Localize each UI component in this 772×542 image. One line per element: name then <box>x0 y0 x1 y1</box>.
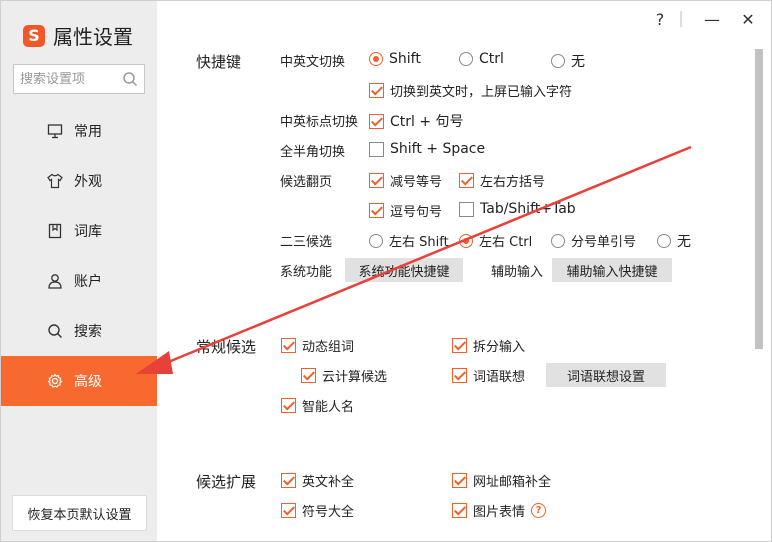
page-turn-label: 候选翻页 <box>280 175 333 190</box>
shift-space-checkbox[interactable]: Shift + Space <box>369 141 485 157</box>
radio[interactable] <box>551 54 565 68</box>
radio-selected[interactable] <box>459 233 473 248</box>
aux-input-hotkeys-button[interactable]: 辅助输入快捷键 <box>552 258 672 282</box>
settings-window: S 属性设置 常用 外观 词库 <box>0 0 772 542</box>
radio[interactable] <box>459 52 473 66</box>
sogou-logo-icon: S <box>23 24 45 47</box>
system-func-label: 系统功能 <box>280 265 333 280</box>
book-icon <box>46 222 64 240</box>
system-hotkeys-button[interactable]: 系统功能快捷键 <box>345 258 463 282</box>
sidebar-item-label: 常用 <box>74 124 102 140</box>
url-email-complete-checkbox[interactable]: 网址邮箱补全 <box>452 471 551 490</box>
gear-icon <box>46 372 64 390</box>
sidebar-item-search[interactable]: 搜索 <box>1 306 157 356</box>
split-input-checkbox[interactable]: 拆分输入 <box>452 336 525 355</box>
candidate-extension-section-title: 候选扩展 <box>196 473 257 491</box>
radio[interactable] <box>657 234 671 248</box>
symbols-checkbox[interactable]: 符号大全 <box>281 501 354 520</box>
checkbox-checked[interactable] <box>369 203 384 218</box>
search-icon[interactable] <box>122 71 138 87</box>
checkbox-checked[interactable] <box>369 113 384 129</box>
restore-defaults-button[interactable]: 恢复本页默认设置 <box>12 495 147 531</box>
scrollbar-thumb[interactable] <box>755 49 763 349</box>
checkbox-checked[interactable] <box>281 473 296 488</box>
shirt-icon <box>46 172 64 190</box>
checkbox-checked[interactable] <box>452 338 467 353</box>
image-emoji-checkbox[interactable]: 图片表情 ? <box>452 501 547 520</box>
ctrl-period-checkbox[interactable]: Ctrl + 句号 <box>369 111 464 131</box>
help-button[interactable]: ? <box>648 7 672 31</box>
sidebar-item-general[interactable]: 常用 <box>1 106 157 156</box>
checkbox-checked[interactable] <box>281 338 296 353</box>
minimize-button[interactable]: — <box>700 7 724 31</box>
sidebar-item-dictionary[interactable]: 词库 <box>1 206 157 256</box>
checkbox-checked[interactable] <box>369 173 384 188</box>
checkbox[interactable] <box>369 141 384 157</box>
radio[interactable] <box>369 233 383 248</box>
semicolon-quote-radio[interactable]: 分号单引号 <box>551 231 636 250</box>
dynamic-words-checkbox[interactable]: 动态组词 <box>281 336 354 355</box>
smart-names-checkbox[interactable]: 智能人名 <box>281 396 354 415</box>
checkbox-checked[interactable] <box>281 503 296 518</box>
radio-selected[interactable] <box>369 52 383 66</box>
word-association-checkbox[interactable]: 词语联想 <box>452 366 525 385</box>
comma-period-checkbox[interactable]: 逗号句号 <box>369 201 442 220</box>
second-third-none-radio[interactable]: 无 <box>657 231 691 251</box>
close-button[interactable]: ✕ <box>736 7 760 31</box>
sidebar-item-advanced[interactable]: 高级 <box>1 356 157 406</box>
checkbox-checked[interactable] <box>369 83 384 98</box>
radio[interactable] <box>551 233 565 248</box>
divider <box>674 7 688 31</box>
checkbox-checked[interactable] <box>452 473 467 488</box>
sidebar-item-appearance[interactable]: 外观 <box>1 156 157 206</box>
cn-en-none-radio[interactable]: 无 <box>551 51 585 71</box>
search-input[interactable] <box>20 71 120 87</box>
word-association-settings-button[interactable]: 词语联想设置 <box>546 363 666 387</box>
monitor-icon <box>46 122 64 140</box>
sidebar-item-label: 高级 <box>74 374 102 390</box>
brackets-checkbox[interactable]: 左右方括号 <box>459 171 545 190</box>
search-box[interactable] <box>13 64 145 94</box>
checkbox-checked[interactable] <box>301 368 316 383</box>
sidebar: S 属性设置 常用 外观 词库 <box>1 1 157 541</box>
lr-shift-radio[interactable]: 左右 Shift <box>369 231 449 250</box>
sidebar-item-account[interactable]: 账户 <box>1 256 157 306</box>
window-title: 属性设置 <box>53 25 133 49</box>
lr-ctrl-radio[interactable]: 左右 Ctrl <box>459 231 532 250</box>
english-complete-checkbox[interactable]: 英文补全 <box>281 471 354 490</box>
cn-en-shift-radio[interactable]: Shift <box>369 51 421 67</box>
user-icon <box>46 272 64 290</box>
checkbox-checked[interactable] <box>452 368 467 383</box>
fullhalf-switch-label: 全半角切换 <box>280 145 346 160</box>
sidebar-item-label: 搜索 <box>74 324 102 340</box>
tab-shift-tab-checkbox[interactable]: Tab/Shift+Tab <box>459 201 576 217</box>
cloud-candidates-checkbox[interactable]: 云计算候选 <box>301 366 387 385</box>
second-third-label: 二三候选 <box>280 235 333 250</box>
checkbox-checked[interactable] <box>452 503 467 518</box>
general-candidates-section-title: 常规候选 <box>196 338 257 356</box>
aux-input-label: 辅助输入 <box>491 265 544 280</box>
minus-equal-checkbox[interactable]: 减号等号 <box>369 171 442 190</box>
cn-en-ctrl-radio[interactable]: Ctrl <box>459 51 504 67</box>
cn-en-switch-label: 中英文切换 <box>280 55 346 70</box>
sidebar-item-label: 账户 <box>74 274 102 290</box>
sidebar-item-label: 词库 <box>74 224 102 240</box>
sidebar-item-label: 外观 <box>74 174 102 190</box>
app-logo: S 属性设置 <box>23 21 133 50</box>
help-icon[interactable]: ? <box>531 503 547 518</box>
search-icon <box>46 322 64 340</box>
checkbox-checked[interactable] <box>281 398 296 413</box>
punct-switch-label: 中英标点切换 <box>280 115 359 130</box>
hotkeys-section-title: 快捷键 <box>196 53 242 71</box>
checkbox-checked[interactable] <box>459 173 474 188</box>
checkbox[interactable] <box>459 201 474 217</box>
commit-on-switch-checkbox[interactable]: 切换到英文时，上屏已输入字符 <box>369 81 572 100</box>
